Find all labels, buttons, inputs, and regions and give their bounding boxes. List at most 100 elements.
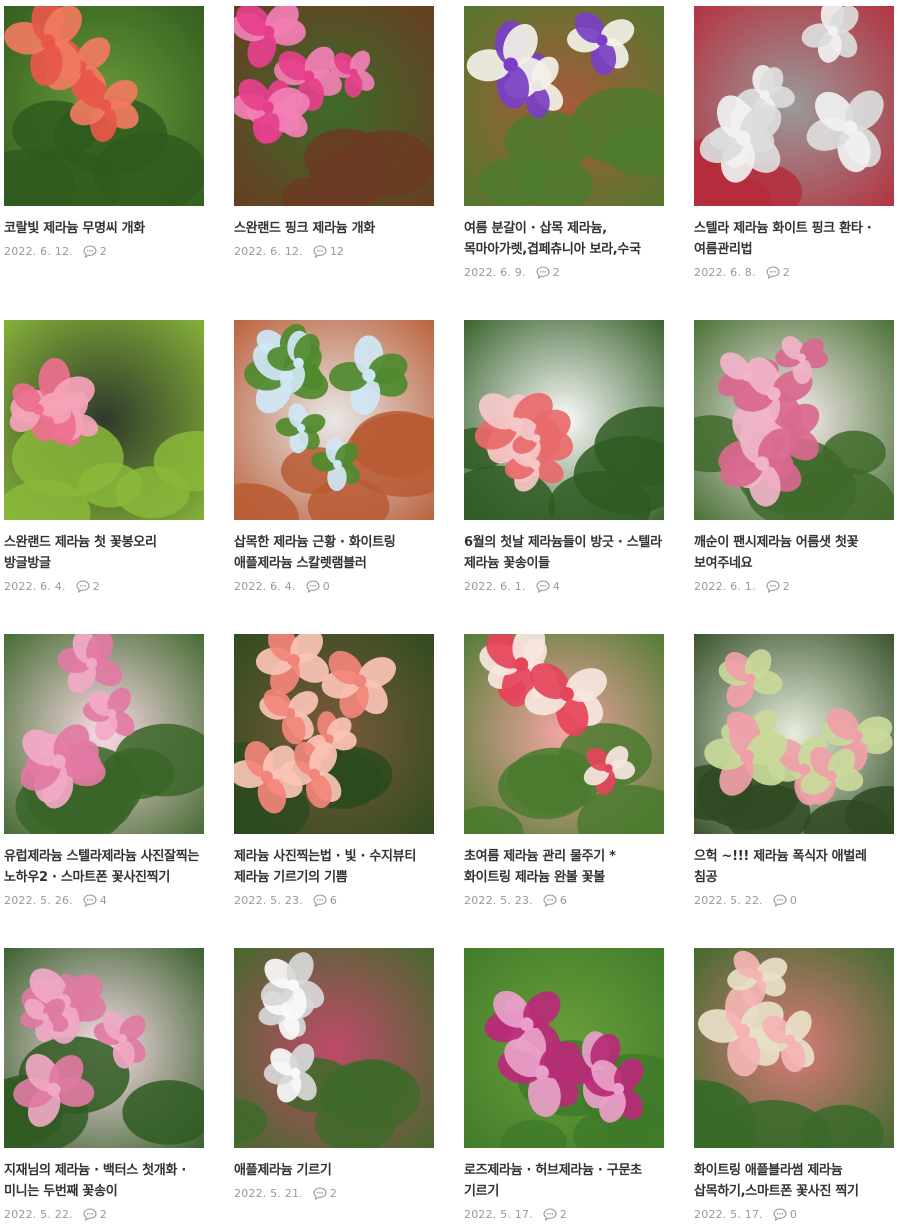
comment-count: 2: [782, 579, 790, 593]
post-card[interactable]: 초여름 제라늄 관리 물주기 * 화이트링 제라늄 완볼 꽃볼 2022. 5.…: [464, 634, 664, 908]
post-date: 2022. 6. 8.: [694, 265, 756, 279]
post-thumbnail[interactable]: [464, 948, 664, 1148]
post-card[interactable]: 화이트링 애플블라썸 제라늄 삽목하기,스마트폰 꽃사진 찍기 2022. 5.…: [694, 948, 894, 1222]
post-thumbnail[interactable]: [234, 948, 434, 1148]
comment-count-link[interactable]: 2: [76, 580, 100, 593]
post-date: 2022. 6. 1.: [694, 579, 756, 593]
comment-count-link[interactable]: 0: [773, 894, 797, 907]
comment-count-link[interactable]: 0: [773, 1208, 797, 1221]
post-meta: 2022. 6. 12. 2: [4, 243, 204, 259]
post-date: 2022. 5. 22.: [694, 893, 763, 907]
comment-count-link[interactable]: 2: [766, 266, 790, 279]
post-card[interactable]: 으헉 ~!!! 제라늄 폭식자 애벌레 침공 2022. 5. 22. 0: [694, 634, 894, 908]
comment-count-link[interactable]: 2: [543, 1208, 567, 1221]
comment-bubble-icon: [306, 579, 320, 593]
comment-bubble-icon: [83, 244, 97, 258]
post-title[interactable]: 스완랜드 제라늄 첫 꽃봉오리 방글방글: [4, 532, 204, 574]
post-thumbnail[interactable]: [4, 6, 204, 206]
post-meta: 2022. 6. 12. 12: [234, 243, 434, 259]
post-title[interactable]: 으헉 ~!!! 제라늄 폭식자 애벌레 침공: [694, 846, 894, 888]
post-card[interactable]: 스완랜드 제라늄 첫 꽃봉오리 방글방글 2022. 6. 4. 2: [4, 320, 204, 594]
post-thumbnail[interactable]: [694, 634, 894, 834]
post-thumbnail[interactable]: [464, 320, 664, 520]
post-title[interactable]: 6월의 첫날 제라늄들이 방긋 · 스텔라 제라늄 꽃송이들: [464, 532, 664, 574]
comment-count: 2: [329, 1186, 337, 1200]
comment-count: 0: [789, 893, 797, 907]
comment-count: 0: [322, 579, 330, 593]
comment-bubble-icon: [76, 579, 90, 593]
comment-bubble-icon: [536, 265, 550, 279]
post-card[interactable]: 깨순이 팬시제라늄 어름샛 첫꽃 보여주네요 2022. 6. 1. 2: [694, 320, 894, 594]
post-thumbnail[interactable]: [234, 6, 434, 206]
comment-count-link[interactable]: 0: [306, 580, 330, 593]
post-thumbnail[interactable]: [4, 634, 204, 834]
post-date: 2022. 6. 9.: [464, 265, 526, 279]
comment-count: 2: [559, 1207, 567, 1221]
comment-count: 0: [789, 1207, 797, 1221]
post-title[interactable]: 제라늄 사진찍는법 · 빛 · 수지뷰티 제라늄 기르기의 기쁨: [234, 846, 434, 888]
post-thumbnail[interactable]: [694, 948, 894, 1148]
post-meta: 2022. 5. 26. 4: [4, 892, 204, 908]
post-card[interactable]: 지재님의 제라늄 · 백터스 첫개화 · 미니는 두번째 꽃송이 2022. 5…: [4, 948, 204, 1222]
post-title[interactable]: 로즈제라늄 · 허브제라늄 · 구문초 기르기: [464, 1160, 664, 1202]
post-thumbnail[interactable]: [694, 6, 894, 206]
post-title[interactable]: 코랄빛 제라늄 무명씨 개화: [4, 218, 204, 239]
post-card[interactable]: 삽목한 제라늄 근황 · 화이트링 애플제라늄 스칼렛램블러 2022. 6. …: [234, 320, 434, 594]
post-card[interactable]: 스완랜드 핑크 제라늄 개화 2022. 6. 12. 12: [234, 6, 434, 259]
post-date: 2022. 6. 12.: [4, 244, 73, 258]
post-card[interactable]: 로즈제라늄 · 허브제라늄 · 구문초 기르기 2022. 5. 17. 2: [464, 948, 664, 1222]
post-meta: 2022. 5. 22. 2: [4, 1206, 204, 1222]
post-title[interactable]: 여름 분갈이 · 삽목 제라늄,목마아가렛,겹페츄니아 보라,수국: [464, 218, 664, 260]
post-meta: 2022. 5. 17. 0: [694, 1206, 894, 1222]
comment-count: 2: [782, 265, 790, 279]
post-meta: 2022. 6. 4. 2: [4, 578, 204, 594]
comment-count-link[interactable]: 2: [83, 1208, 107, 1221]
post-meta: 2022. 6. 9. 2: [464, 264, 664, 280]
comment-count-link[interactable]: 2: [83, 245, 107, 258]
post-card[interactable]: 코랄빛 제라늄 무명씨 개화 2022. 6. 12. 2: [4, 6, 204, 259]
comment-bubble-icon: [313, 1186, 327, 1200]
post-card[interactable]: 애플제라늄 기르기 2022. 5. 21. 2: [234, 948, 434, 1201]
post-meta: 2022. 6. 4. 0: [234, 578, 434, 594]
post-date: 2022. 5. 22.: [4, 1207, 73, 1221]
comment-count: 4: [552, 579, 560, 593]
post-title[interactable]: 스완랜드 핑크 제라늄 개화: [234, 218, 434, 239]
post-title[interactable]: 화이트링 애플블라썸 제라늄 삽목하기,스마트폰 꽃사진 찍기: [694, 1160, 894, 1202]
post-thumbnail[interactable]: [464, 634, 664, 834]
comment-bubble-icon: [313, 244, 327, 258]
post-title[interactable]: 깨순이 팬시제라늄 어름샛 첫꽃 보여주네요: [694, 532, 894, 574]
post-thumbnail[interactable]: [234, 634, 434, 834]
comment-count-link[interactable]: 2: [536, 266, 560, 279]
post-thumbnail[interactable]: [4, 948, 204, 1148]
post-thumbnail[interactable]: [464, 6, 664, 206]
comment-count-link[interactable]: 4: [83, 894, 107, 907]
post-card[interactable]: 6월의 첫날 제라늄들이 방긋 · 스텔라 제라늄 꽃송이들 2022. 6. …: [464, 320, 664, 594]
comment-bubble-icon: [766, 579, 780, 593]
post-thumbnail[interactable]: [694, 320, 894, 520]
comment-count-link[interactable]: 12: [313, 245, 344, 258]
post-title[interactable]: 애플제라늄 기르기: [234, 1160, 434, 1181]
post-title[interactable]: 지재님의 제라늄 · 백터스 첫개화 · 미니는 두번째 꽃송이: [4, 1160, 204, 1202]
post-date: 2022. 5. 17.: [464, 1207, 533, 1221]
comment-count-link[interactable]: 2: [766, 580, 790, 593]
post-title[interactable]: 초여름 제라늄 관리 물주기 * 화이트링 제라늄 완볼 꽃볼: [464, 846, 664, 888]
comment-count-link[interactable]: 6: [313, 894, 337, 907]
comment-count-link[interactable]: 6: [543, 894, 567, 907]
comment-count: 2: [552, 265, 560, 279]
post-date: 2022. 6. 4.: [234, 579, 296, 593]
post-card[interactable]: 여름 분갈이 · 삽목 제라늄,목마아가렛,겹페츄니아 보라,수국 2022. …: [464, 6, 664, 280]
post-title[interactable]: 유럽제라늄 스텔라제라늄 사진잘찍는 노하우2 · 스마트폰 꽃사진찍기: [4, 846, 204, 888]
post-card[interactable]: 유럽제라늄 스텔라제라늄 사진잘찍는 노하우2 · 스마트폰 꽃사진찍기 202…: [4, 634, 204, 908]
comment-bubble-icon: [773, 1207, 787, 1221]
post-title[interactable]: 삽목한 제라늄 근황 · 화이트링 애플제라늄 스칼렛램블러: [234, 532, 434, 574]
comment-count-link[interactable]: 4: [536, 580, 560, 593]
post-title[interactable]: 스텔라 제라늄 화이트 핑크 환타 · 여름관리법: [694, 218, 894, 260]
post-card[interactable]: 스텔라 제라늄 화이트 핑크 환타 · 여름관리법 2022. 6. 8. 2: [694, 6, 894, 280]
post-thumbnail[interactable]: [4, 320, 204, 520]
comment-count-link[interactable]: 2: [313, 1187, 337, 1200]
post-card[interactable]: 제라늄 사진찍는법 · 빛 · 수지뷰티 제라늄 기르기의 기쁨 2022. 5…: [234, 634, 434, 908]
post-date: 2022. 6. 12.: [234, 244, 303, 258]
post-meta: 2022. 6. 1. 4: [464, 578, 664, 594]
post-thumbnail[interactable]: [234, 320, 434, 520]
post-date: 2022. 6. 1.: [464, 579, 526, 593]
